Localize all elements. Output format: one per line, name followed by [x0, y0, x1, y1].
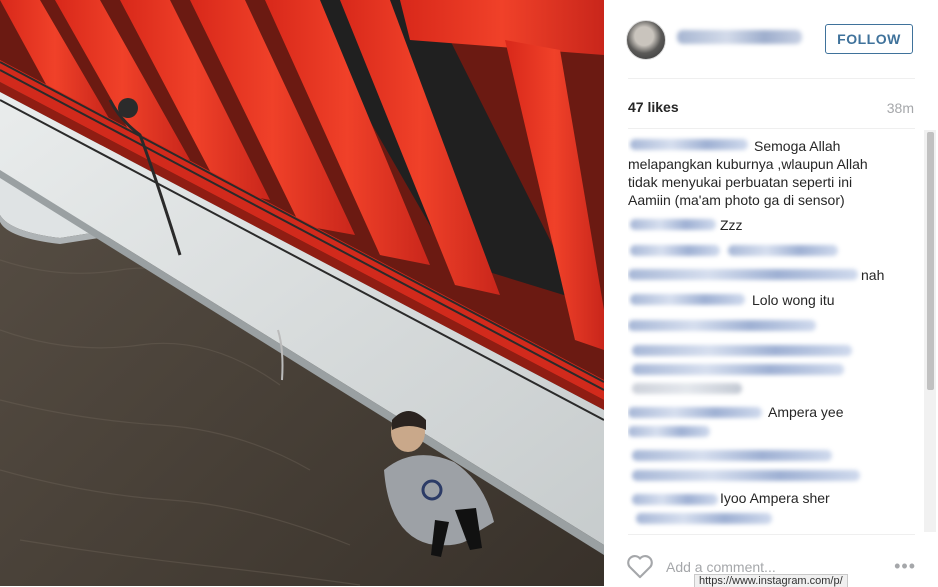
follow-button[interactable]: FOLLOW — [825, 24, 913, 54]
comment-username-blurred[interactable] — [632, 494, 718, 505]
comment-text: Ampera yee — [768, 404, 844, 420]
post-time[interactable]: 38m — [887, 100, 914, 116]
comment-mention-blurred[interactable] — [728, 245, 838, 256]
comment-username-blurred[interactable] — [628, 407, 762, 418]
comment-username-blurred[interactable] — [632, 450, 832, 461]
comment-username-blurred[interactable] — [632, 345, 852, 356]
post-side-panel: FOLLOW 47 likes 38m Semoga Allah melapan… — [604, 0, 938, 586]
header-divider — [628, 78, 915, 79]
bridge-photo-image — [0, 0, 604, 586]
comment-text: nah — [861, 267, 885, 283]
comment-username-blurred[interactable] — [630, 139, 748, 150]
comment-text: Lolo wong itu — [752, 292, 835, 308]
heart-outline-icon[interactable] — [626, 553, 654, 579]
comment-mention-blurred[interactable] — [628, 426, 710, 437]
meta-divider — [628, 128, 915, 129]
avatar[interactable] — [626, 20, 666, 60]
comment-text: Aamiin (ma'am photo ga di sensor) — [628, 192, 845, 208]
comment-text: melapangkan kuburnya ,wlaupun Allah — [628, 156, 868, 172]
comment-text: Iyoo Ampera sher — [720, 490, 830, 506]
username-blurred[interactable] — [677, 30, 802, 44]
comment-text: Semoga Allah — [754, 138, 841, 154]
comments-scrollbar-thumb[interactable] — [927, 132, 934, 390]
comment-mention-blurred[interactable] — [632, 470, 860, 481]
comment-text: Zzz — [720, 217, 743, 233]
comment-mention-blurred[interactable] — [632, 364, 844, 375]
comment-username-blurred[interactable] — [630, 245, 720, 256]
post-photo[interactable] — [0, 0, 604, 586]
likes-count[interactable]: 47 likes — [628, 99, 679, 115]
comment-username-blurred[interactable] — [628, 269, 858, 280]
status-bar-url: https://www.instagram.com/p/ — [694, 574, 848, 587]
comments-list: Semoga Allah melapangkan kuburnya ,wlaup… — [628, 135, 918, 530]
post-header: FOLLOW — [604, 0, 938, 78]
comment-username-blurred[interactable] — [630, 294, 745, 305]
comment-mention-blurred[interactable] — [636, 513, 772, 524]
add-comment-input[interactable]: Add a comment... — [666, 559, 776, 575]
comment-mention-blurred[interactable] — [632, 383, 742, 394]
comment-text: tidak menyukai perbuatan seperti ini — [628, 174, 853, 190]
ellipsis-icon[interactable]: ••• — [894, 556, 916, 577]
comment-username-blurred[interactable] — [630, 219, 716, 230]
footer-divider — [628, 534, 915, 535]
comment-username-blurred[interactable] — [628, 320, 816, 331]
